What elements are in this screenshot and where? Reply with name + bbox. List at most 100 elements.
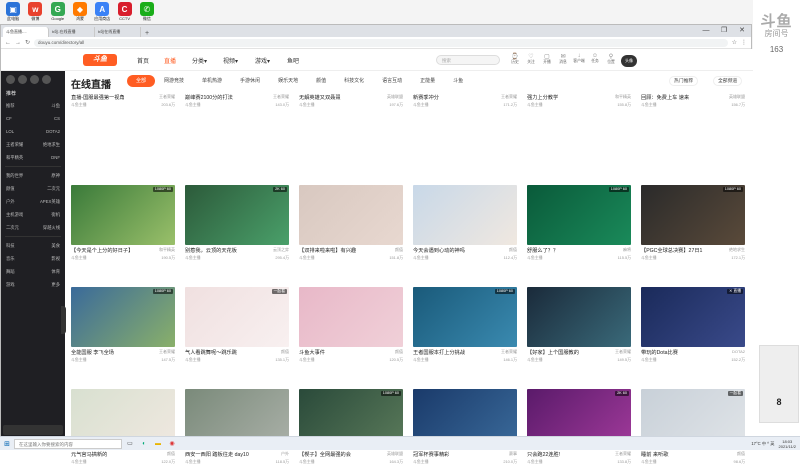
sidebar-collapse-handle[interactable] [61, 306, 66, 334]
edge-icon[interactable]: ◐ [138, 438, 150, 450]
desktop-icon[interactable]: A 应用商店 [93, 2, 111, 22]
sidebar-item[interactable]: DNF [51, 151, 60, 164]
stream-card[interactable]: 一起看 睡前 来听歌 颜值 斗鱼主播 98.6万 [641, 389, 745, 465]
nav-link[interactable]: 游戏▾ [255, 56, 270, 65]
sidebar-bottom-button[interactable] [3, 425, 63, 435]
avatar[interactable] [30, 75, 39, 84]
stream-card[interactable]: 【双排来啦来啦】有兴趣 颜值 斗鱼主播 151.8万 [299, 185, 403, 261]
stream-card[interactable]: 1080P 60 全能国服 李飞全场 王者荣耀 斗鱼主播 147.5万 [71, 287, 175, 363]
chrome-icon[interactable]: ◉ [166, 438, 178, 450]
desktop-icon[interactable]: ▣ 此电脑 [4, 2, 22, 22]
douyu-logo[interactable]: 斗鱼 [83, 54, 117, 66]
all-channels-button[interactable]: 全部频道 [713, 76, 743, 86]
user-avatar[interactable]: 头像 [621, 55, 637, 67]
stream-thumbnail[interactable]: ✕ 直播 [641, 287, 745, 347]
stream-card[interactable]: 1080P 60 舒服么了？？ 麻将 斗鱼主播 115.5万 [527, 185, 631, 261]
sidebar-item[interactable]: LOL [6, 125, 14, 138]
nav-icon-item[interactable]: ☺ 任务 [588, 53, 602, 64]
partial-card[interactable]: 直播-国服最强第一视角 王者荣耀 斗鱼主播 203.6万 [71, 92, 175, 107]
sidebar-item[interactable]: 游戏 [6, 278, 15, 291]
sidebar-item[interactable]: 和平精英 [6, 151, 23, 164]
partial-card[interactable]: 无解英雄又双叒叕 英雄联盟 斗鱼主播 197.6万 [299, 92, 403, 107]
stream-card[interactable]: 西安一西阳 踏板往走 day10 户外 斗鱼主播 118.5万 [185, 389, 289, 465]
stream-card[interactable]: 冠军杯赛事精彩 赛事 斗鱼主播 210.0万 [413, 389, 517, 465]
desktop-icon[interactable]: G Google [49, 2, 67, 22]
sidebar-item[interactable]: 推荐 [6, 99, 15, 112]
nav-link[interactable]: 分类▾ [192, 56, 207, 65]
taskbar-search-input[interactable]: 在这里输入你要搜索的内容 [14, 438, 122, 449]
stream-thumbnail[interactable]: 一起看 [185, 287, 289, 347]
nav-link[interactable]: 视频▾ [223, 56, 238, 65]
task-view-icon[interactable]: ▭ [124, 438, 136, 450]
category-tab[interactable]: 网游竞技 [155, 75, 193, 87]
windows-start-icon[interactable]: ⊞ [0, 437, 14, 451]
sidebar-item[interactable]: CS [54, 112, 60, 125]
partial-card[interactable]: 强力上分教学 和平精英 斗鱼主播 155.8万 [527, 92, 631, 107]
sidebar-item[interactable]: 更多 [51, 278, 60, 291]
stream-thumbnail[interactable]: 2K 60 [185, 185, 289, 245]
stream-thumbnail[interactable]: 1080P 60 [71, 287, 175, 347]
stream-card[interactable]: 2K 60 只会跑22连胜! 王者荣耀 斗鱼主播 133.8万 [527, 389, 631, 465]
avatar[interactable] [18, 75, 27, 84]
partial-card[interactable]: 巅峰赛2100分的打法 王者荣耀 斗鱼主播 143.0万 [185, 92, 289, 107]
hot-recommend-button[interactable]: 热门推荐 [669, 76, 699, 86]
sidebar-item[interactable]: 主机游戏 [6, 208, 23, 221]
nav-icon-item[interactable]: ▢ 开播 [540, 53, 554, 65]
stream-thumbnail[interactable] [299, 185, 403, 245]
nav-icon-item[interactable]: ♡ 关注 [524, 53, 538, 65]
nav-link[interactable]: 首页 [137, 56, 149, 65]
folder-icon[interactable]: ▬ [152, 438, 164, 450]
avatar[interactable] [42, 75, 51, 84]
stream-card[interactable]: 1080P 60 【楔子】全网最强的会 英雄联盟 斗鱼主播 164.3万 [299, 389, 403, 465]
stream-card[interactable]: 今天会遇到心动的神吗 颜值 斗鱼主播 112.4万 [413, 185, 517, 261]
nav-icon-item[interactable]: ⌚ 历史 [508, 53, 522, 65]
new-tab-button[interactable]: + [141, 30, 153, 37]
stream-thumbnail[interactable] [527, 287, 631, 347]
sidebar-item[interactable]: 音乐 [6, 252, 15, 265]
menu-icon[interactable]: ⋮ [741, 39, 747, 46]
nav-icon-item[interactable]: ↓ 客户端 [572, 53, 586, 64]
sidebar-item[interactable]: DOTA2 [46, 125, 60, 138]
desktop-icon[interactable]: ✆ 微信 [138, 2, 156, 22]
partial-card[interactable]: 新赛季冲分 王者荣耀 斗鱼主播 171.2万 [413, 92, 517, 107]
stream-card[interactable]: 【好家】上个国服教的 王者荣耀 斗鱼主播 149.5万 [527, 287, 631, 363]
category-tab[interactable]: 科技文化 [335, 75, 373, 87]
forward-icon[interactable]: → [15, 40, 21, 46]
sidebar-item[interactable]: 舞蹈 [6, 265, 15, 278]
sidebar-item[interactable]: 美食 [51, 239, 60, 252]
stream-thumbnail[interactable]: 1080P 60 [527, 185, 631, 245]
desktop-icon[interactable]: w 微博 [26, 2, 44, 22]
desktop-icon[interactable]: ◆ 鸿蒙 [71, 2, 89, 22]
category-tab[interactable]: 语言互动 [373, 75, 411, 87]
stream-card[interactable]: 一起看 气人看跳舞呢～跳乐跳 颜值 斗鱼主播 135.1万 [185, 287, 289, 363]
sidebar-item[interactable]: 颜值 [6, 182, 15, 195]
sidebar-item[interactable]: 街机 [51, 208, 60, 221]
nav-link[interactable]: 直播 [164, 56, 176, 65]
sidebar-item[interactable]: 体育 [51, 265, 60, 278]
stream-thumbnail[interactable]: 1080P 60 [71, 185, 175, 245]
category-tab[interactable]: 斗鱼 [444, 75, 472, 87]
maximize-button[interactable]: ❐ [715, 25, 733, 37]
avatar[interactable] [6, 75, 15, 84]
sidebar-item[interactable]: 二次元 [47, 182, 60, 195]
back-icon[interactable]: ← [5, 40, 11, 46]
stream-card[interactable]: 1080P 60 【今天是个上分的好日子】 和平精英 斗鱼主播 190.5万 [71, 185, 175, 261]
clock[interactable]: 18:03 2021/11/2 [779, 439, 797, 449]
search-input[interactable]: 搜索 [436, 55, 500, 65]
desktop-icon[interactable]: C CCTV [115, 2, 133, 22]
tray-status[interactable]: 17°C 中 ^ 英 [751, 441, 774, 447]
sidebar-item[interactable]: 我的世界 [6, 169, 23, 182]
stream-card[interactable]: 2K 60 别惹我，云顶的天花板 云顶之弈 斗鱼主播 295.4万 [185, 185, 289, 261]
side-panel[interactable] [759, 345, 799, 423]
stream-thumbnail[interactable]: 1080P 60 [641, 185, 745, 245]
stream-card[interactable]: 1080P 60 【PGC全球总决赛】27日1 绝地求生 斗鱼主播 172.1万 [641, 185, 745, 261]
category-tab[interactable]: 手游休闲 [231, 75, 269, 87]
category-tab[interactable]: 全部 [127, 75, 156, 87]
stream-thumbnail[interactable] [413, 185, 517, 245]
sidebar-item[interactable]: 科技 [6, 239, 15, 252]
tab-2[interactable]: b站-在线直播 [49, 27, 95, 37]
reload-icon[interactable]: ↻ [25, 39, 30, 46]
sidebar-item[interactable]: CF [6, 112, 12, 125]
stream-card[interactable]: 元气宫马搞新的 颜值 斗鱼主播 122.0万 [71, 389, 175, 465]
category-tab[interactable]: 娱乐天地 [269, 75, 307, 87]
